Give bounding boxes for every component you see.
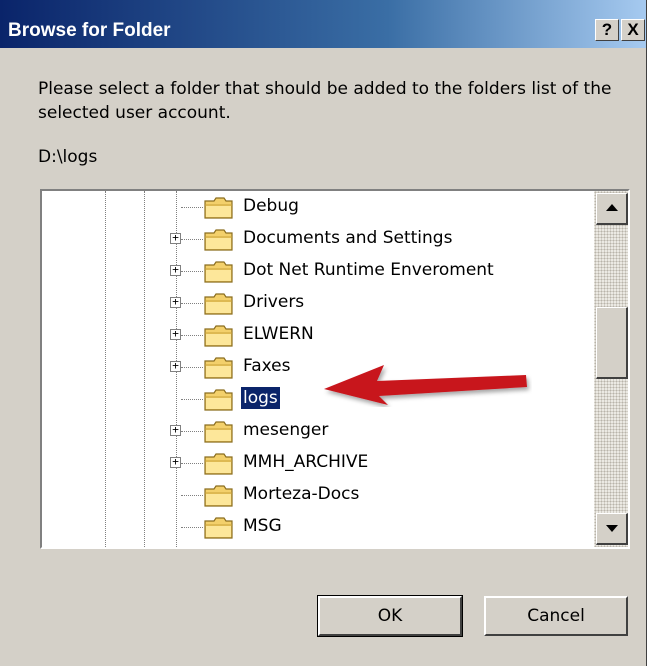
tree-item-label: ELWERN xyxy=(243,324,314,344)
tree-item-morteza-docs[interactable]: Morteza-Docs xyxy=(42,479,590,511)
close-button[interactable]: X xyxy=(621,19,645,41)
instruction-text: Please select a folder that should be ad… xyxy=(38,79,612,123)
scroll-thumb[interactable] xyxy=(596,307,628,379)
folder-icon xyxy=(204,517,234,539)
title-bar[interactable]: Browse for Folder ? X xyxy=(0,0,646,48)
browse-for-folder-dialog: Browse for Folder ? X Please select a fo… xyxy=(0,0,647,666)
tree-connector-line xyxy=(181,527,203,528)
tree-item-label: Dot Net Runtime Enveroment xyxy=(243,260,494,280)
folder-icon xyxy=(204,421,234,443)
folder-icon xyxy=(204,261,234,283)
red-arrow-annotation xyxy=(324,365,527,405)
tree-item-label: Faxes xyxy=(243,356,291,376)
tree-item-label: MSG xyxy=(243,516,282,536)
tree-connector-line xyxy=(181,271,203,272)
expand-plus-icon[interactable]: + xyxy=(170,296,181,308)
folder-icon xyxy=(204,485,234,507)
tree-connector-line xyxy=(181,431,203,432)
tree-item-elwern[interactable]: + ELWERN xyxy=(42,319,590,351)
tree-item-debug[interactable]: Debug xyxy=(42,191,590,223)
folder-icon xyxy=(204,357,234,379)
tree-item-mmh-archive[interactable]: + MMH_ARCHIVE xyxy=(42,447,590,479)
tree-connector-line xyxy=(181,495,203,496)
ok-button[interactable]: OK xyxy=(317,595,463,637)
tree-item-label: Debug xyxy=(243,196,299,216)
tree-item-dot-net-runtime-enveroment[interactable]: + Dot Net Runtime Enveroment xyxy=(42,255,590,287)
window-title: Browse for Folder xyxy=(8,20,171,41)
tree-connector-line xyxy=(181,463,203,464)
tree-connector-line xyxy=(181,239,203,240)
tree-item-label: Documents and Settings xyxy=(243,228,453,248)
folder-icon xyxy=(204,197,234,219)
expand-plus-icon[interactable]: + xyxy=(170,424,181,436)
help-button[interactable]: ? xyxy=(595,19,619,41)
tree-item-label: logs xyxy=(241,387,280,409)
expand-plus-icon[interactable]: + xyxy=(170,232,181,244)
cancel-button[interactable]: Cancel xyxy=(484,596,628,636)
selected-path: D:\logs xyxy=(38,147,98,167)
tree-item-label: mesenger xyxy=(243,420,329,440)
folder-icon xyxy=(204,293,234,315)
tree-item-label: Morteza-Docs xyxy=(243,484,360,504)
tree-item-label: Drivers xyxy=(243,292,305,312)
folder-icon xyxy=(204,389,234,411)
folder-icon xyxy=(204,453,234,475)
expand-plus-icon[interactable]: + xyxy=(170,264,181,276)
tree-item-msg[interactable]: MSG xyxy=(42,511,590,543)
tree-connector-line xyxy=(181,335,203,336)
expand-plus-icon[interactable]: + xyxy=(170,328,181,340)
expand-plus-icon[interactable]: + xyxy=(170,360,181,372)
scroll-down-button[interactable] xyxy=(596,513,628,545)
tree-connector-line xyxy=(181,303,203,304)
tree-item-label: MMH_ARCHIVE xyxy=(243,452,369,472)
folder-icon xyxy=(204,325,234,347)
arrow-up-icon xyxy=(606,204,618,211)
tree-connector-line xyxy=(181,399,203,400)
tree-item-documents-and-settings[interactable]: + Documents and Settings xyxy=(42,223,590,255)
tree-connector-line xyxy=(181,207,203,208)
arrow-down-icon xyxy=(606,525,618,532)
tree-item-mesenger[interactable]: + mesenger xyxy=(42,415,590,447)
vertical-scrollbar[interactable] xyxy=(594,191,628,547)
tree-item-drivers[interactable]: + Drivers xyxy=(42,287,590,319)
expand-plus-icon[interactable]: + xyxy=(170,456,181,468)
tree-connector-line xyxy=(181,367,203,368)
scroll-up-button[interactable] xyxy=(596,193,628,225)
folder-icon xyxy=(204,229,234,251)
